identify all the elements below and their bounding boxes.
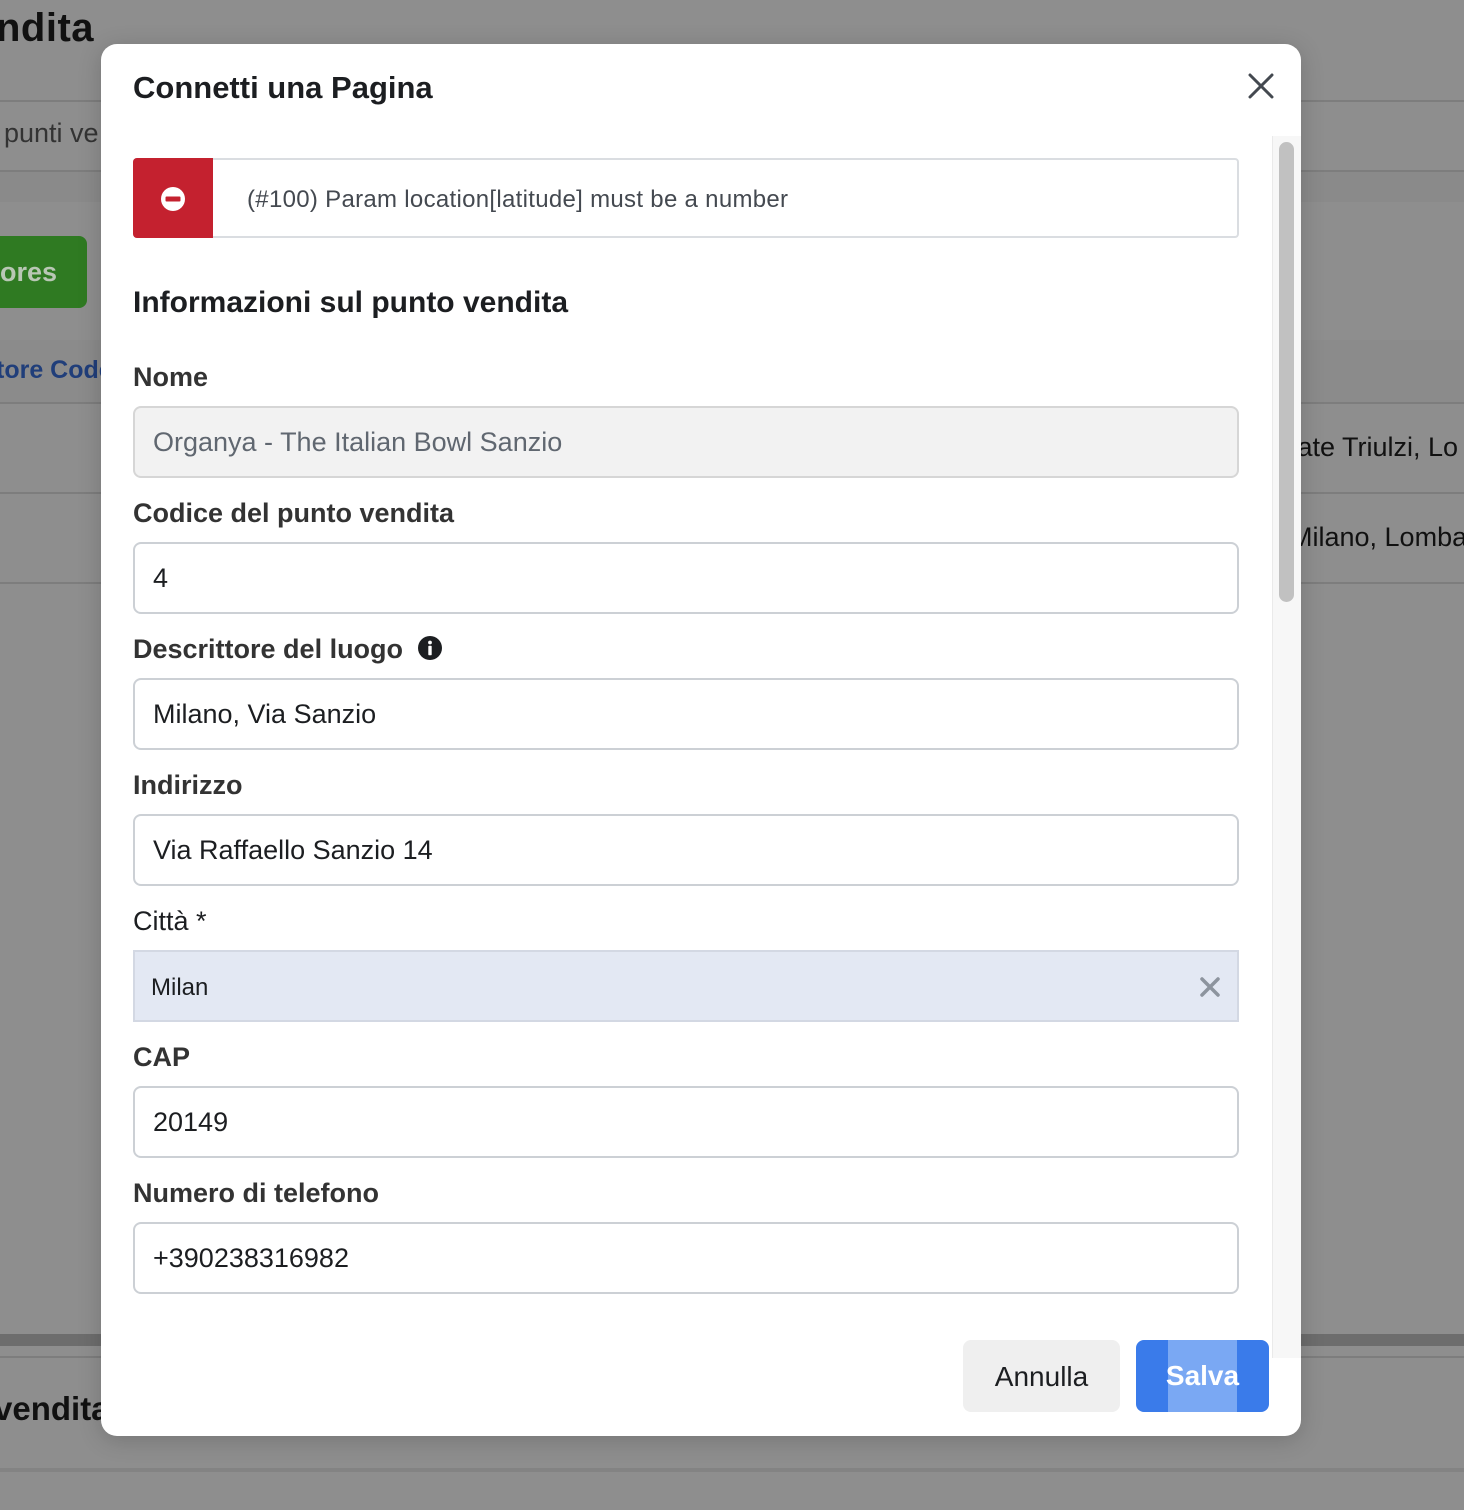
error-banner: (#100) Param location[latitude] must be … [133,158,1239,238]
background-column-link[interactable]: tore Code [0,356,113,385]
scrollbar-thumb[interactable] [1279,142,1294,602]
section-title: Informazioni sul punto vendita [133,286,568,319]
cancel-button[interactable]: Annulla [963,1340,1120,1412]
no-entry-icon [161,187,185,211]
zip-field[interactable] [133,1086,1239,1158]
name-field [133,406,1239,478]
address-field[interactable] [133,814,1239,886]
name-label: Nome [133,362,209,392]
dialog-body[interactable]: (#100) Param location[latitude] must be … [101,136,1301,1358]
store-code-label: Codice del punto vendita [133,498,455,528]
background-title: ndita [0,6,95,50]
close-button[interactable] [1243,68,1279,104]
phone-field[interactable] [133,1222,1239,1294]
connect-page-dialog: Connetti una Pagina (#100) Param locatio… [101,44,1301,1436]
location-descriptor-field[interactable] [133,678,1239,750]
dialog-title: Connetti una Pagina [133,70,433,105]
background-green-button[interactable]: ores [0,236,87,308]
city-label: Città * [133,906,207,936]
background-table-cell: cate Triulzi, Lo [1284,432,1459,462]
background-table-cell: Milano, Lomba [1290,522,1464,552]
city-select[interactable]: Milan [133,950,1239,1022]
background-section-title: vendita [0,1390,110,1427]
divider [0,1468,1464,1472]
error-message: (#100) Param location[latitude] must be … [247,186,789,213]
error-icon-box [133,158,213,238]
background-subtitle: punti ve [4,118,99,148]
address-label: Indirizzo [133,770,243,800]
close-icon [1248,73,1274,99]
clear-icon[interactable] [1199,976,1221,998]
city-selected-value: Milan [151,974,209,1001]
save-button[interactable]: Salva [1136,1340,1269,1412]
info-icon[interactable] [417,635,443,661]
location-descriptor-label-row: Descrittore del luogo [133,634,443,665]
store-code-field[interactable] [133,542,1239,614]
save-button-label: Salva [1165,1360,1240,1391]
location-descriptor-label: Descrittore del luogo [133,634,404,664]
phone-label: Numero di telefono [133,1178,380,1208]
zip-label: CAP [133,1042,191,1072]
